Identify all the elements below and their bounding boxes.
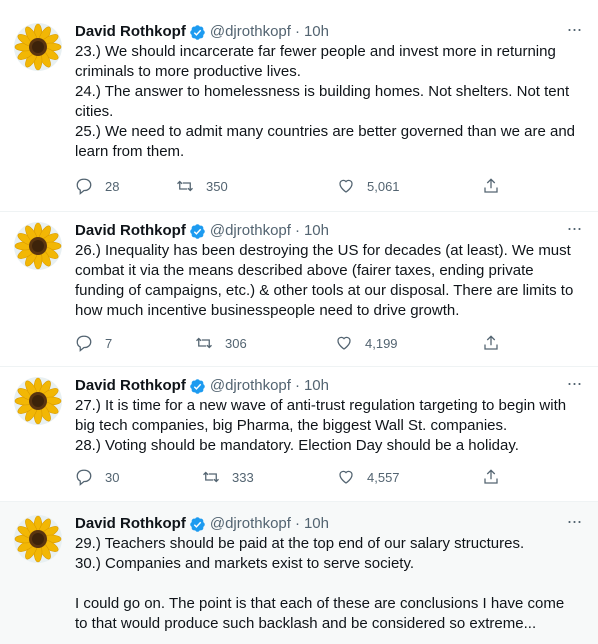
avatar[interactable] <box>14 377 62 425</box>
avatar[interactable] <box>14 23 62 71</box>
verified-badge-icon <box>189 223 206 240</box>
reply-button[interactable]: 30 <box>75 468 119 486</box>
separator-dot: · <box>294 515 300 532</box>
retweet-count: 350 <box>206 178 228 194</box>
author-handle[interactable]: @djrothkopf <box>210 22 291 42</box>
avatar[interactable] <box>14 515 62 563</box>
verified-badge-icon <box>189 24 206 41</box>
tweet-line: funding of campaigns, etc.) & other tool… <box>75 282 574 299</box>
tweet-time[interactable]: 10h <box>304 22 329 42</box>
reply-icon <box>76 469 92 486</box>
more-options-icon[interactable]: ··· <box>564 20 584 42</box>
tweet-time[interactable]: 10h <box>304 221 329 241</box>
author-handle[interactable]: @djrothkopf <box>210 376 291 396</box>
tweet-line: 25.) We need to admit many countries are… <box>75 123 576 140</box>
heart-icon <box>337 336 351 350</box>
tweet-line: 29.) Teachers should be paid at the top … <box>75 535 525 552</box>
tweet-text: 29.) Teachers should be paid at the top … <box>75 534 584 634</box>
like-count: 5,061 <box>367 178 400 194</box>
tweet-line: combat it via the means described above … <box>75 262 534 279</box>
share-icon <box>484 469 498 484</box>
author-name[interactable]: David Rothkopf <box>75 514 186 534</box>
share-button[interactable] <box>482 177 500 195</box>
retweet-button[interactable]: 350 <box>176 177 228 195</box>
tweet-line: learn from them. <box>75 143 185 160</box>
reply-icon <box>76 178 92 195</box>
tweet-line: 24.) The answer to homelessness is build… <box>75 83 570 100</box>
tweet-text: 23.) We should incarcerate far fewer peo… <box>75 42 584 162</box>
share-icon <box>484 178 498 193</box>
tweet[interactable]: David Rothkopf @djrothkopf · 10h ··· 26.… <box>0 212 598 367</box>
tweet-line: 27.) It is time for a new wave of anti-t… <box>75 397 567 414</box>
tweet[interactable]: David Rothkopf @djrothkopf · 10h ··· 23.… <box>0 0 598 212</box>
tweet-line: cities. <box>75 103 114 120</box>
tweet-line: 30.) Companies and markets exist to serv… <box>75 555 415 572</box>
retweet-button[interactable]: 306 <box>195 334 247 352</box>
reply-count: 28 <box>105 178 120 194</box>
author-name[interactable]: David Rothkopf <box>75 376 186 396</box>
like-button[interactable]: 4,557 <box>337 468 400 486</box>
reply-count: 7 <box>105 335 113 351</box>
tweet-line: 28.) Voting should be mandatory. Electio… <box>75 437 519 454</box>
tweet-text: 26.) Inequality has been destroying the … <box>75 241 584 321</box>
more-options-icon[interactable]: ··· <box>564 512 584 534</box>
tweet-line: 26.) Inequality has been destroying the … <box>75 242 571 259</box>
author-name[interactable]: David Rothkopf <box>75 221 186 241</box>
author-handle[interactable]: @djrothkopf <box>210 221 291 241</box>
like-count: 4,199 <box>365 335 398 351</box>
retweet-icon <box>203 471 219 483</box>
reply-icon <box>76 335 92 352</box>
separator-dot: · <box>294 377 300 394</box>
reply-count: 30 <box>105 469 120 485</box>
tweet-time[interactable]: 10h <box>304 514 329 534</box>
share-button[interactable] <box>482 334 500 352</box>
separator-dot: · <box>294 23 300 40</box>
more-options-icon[interactable]: ··· <box>564 374 584 396</box>
tweet-time[interactable]: 10h <box>304 376 329 396</box>
tweet-line: 23.) We should incarcerate far fewer peo… <box>75 43 556 60</box>
more-options-icon[interactable]: ··· <box>564 219 584 241</box>
author-handle[interactable]: @djrothkopf <box>210 514 291 534</box>
tweet-line: how much incentive businesspeople need t… <box>75 302 460 319</box>
separator-dot: · <box>294 222 300 239</box>
tweet-text: 27.) It is time for a new wave of anti-t… <box>75 396 584 456</box>
heart-icon <box>339 179 353 193</box>
tweet-line: big tech companies, big Pharma, the bigg… <box>75 417 508 434</box>
author-name[interactable]: David Rothkopf <box>75 22 186 42</box>
retweet-count: 306 <box>225 335 247 351</box>
like-count: 4,557 <box>367 469 400 485</box>
verified-badge-icon <box>189 516 206 533</box>
verified-badge-icon <box>189 378 206 395</box>
tweet-line: criminals to more productive lives. <box>75 63 301 80</box>
tweet[interactable]: David Rothkopf @djrothkopf · 10h ··· 29.… <box>0 502 598 644</box>
share-icon <box>484 335 498 350</box>
like-button[interactable]: 5,061 <box>337 177 400 195</box>
reply-button[interactable]: 28 <box>75 177 119 195</box>
retweet-count: 333 <box>232 469 254 485</box>
tweet[interactable]: David Rothkopf @djrothkopf · 10h ··· 27.… <box>0 367 598 502</box>
heart-icon <box>339 470 353 484</box>
share-button[interactable] <box>482 468 500 486</box>
like-button[interactable]: 4,199 <box>335 334 398 352</box>
retweet-button[interactable]: 333 <box>202 468 254 486</box>
tweet-line <box>75 574 584 594</box>
tweet-line: to that would produce such backlash and … <box>75 615 537 632</box>
tweet-line: I could go on. The point is that each of… <box>75 595 565 612</box>
retweet-icon <box>177 180 193 192</box>
reply-button[interactable]: 7 <box>75 334 112 352</box>
retweet-icon <box>196 337 212 349</box>
avatar[interactable] <box>14 222 62 270</box>
